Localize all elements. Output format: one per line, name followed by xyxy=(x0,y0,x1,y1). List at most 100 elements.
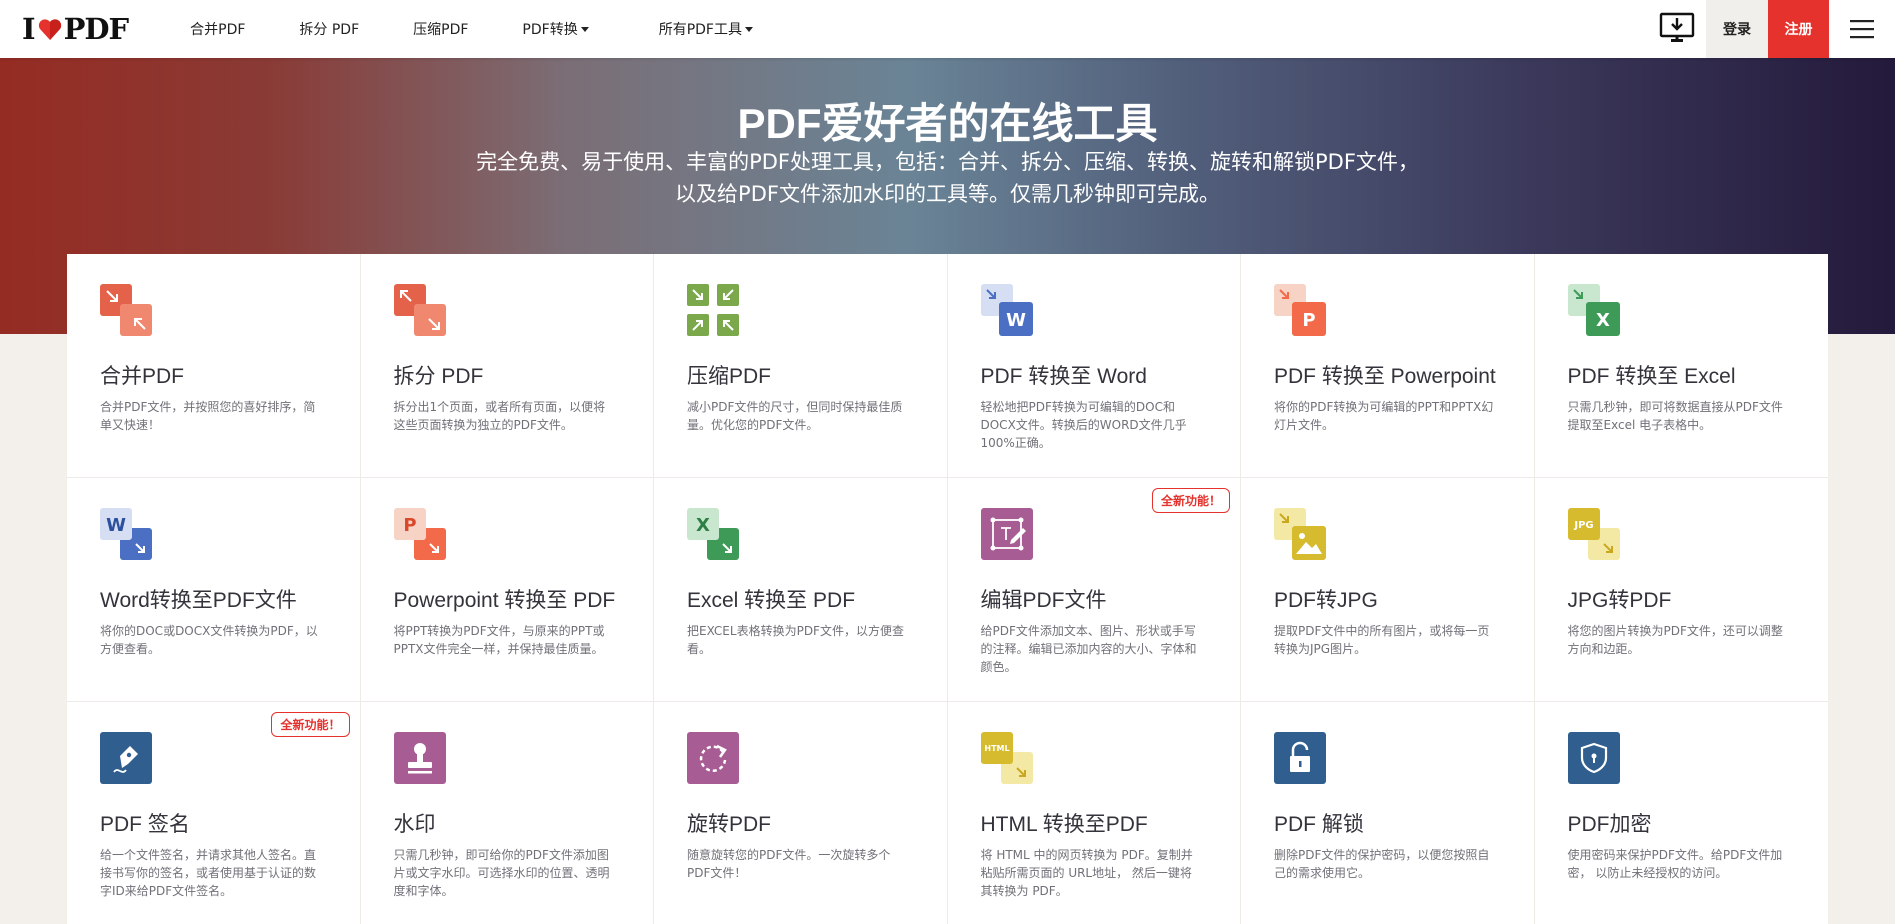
tool-description: 使用密码来保护PDF文件。给PDF文件加密， 以防止未经授权的访问。 xyxy=(1567,848,1783,880)
split-pdf-icon xyxy=(393,284,446,336)
tool-card-edit-pdf[interactable]: 全新功能！ 编辑PDF文件 给PDF文件添加文本、图片、形状或手写的注释。编辑已… xyxy=(947,478,1241,702)
unlock-icon xyxy=(1274,732,1326,784)
signup-button[interactable]: 注册 xyxy=(1768,0,1829,58)
main-nav: 合并PDF 拆分 PDF 压缩PDF PDF转换 所有PDF工具 xyxy=(164,0,781,58)
nav-label: 压缩PDF xyxy=(413,22,469,38)
tool-title: PDF 转换至 Powerpoint xyxy=(1274,365,1496,388)
tool-description: 拆分出1个页面，或者所有页面，以便将这些页面转换为独立的PDF文件。 xyxy=(393,400,606,432)
rotate-pdf-icon xyxy=(687,732,739,784)
tool-card-word-to-pdf[interactable]: W Word转换至PDF文件 将你的DOC或DOCX文件转换为PDF，以方便查看… xyxy=(67,478,361,702)
tool-description: 提取PDF文件中的所有图片，或将每一页转换为JPG图片。 xyxy=(1274,624,1490,656)
merge-pdf-icon xyxy=(100,284,152,336)
word-letter: W xyxy=(1006,310,1026,331)
tool-description: 随意旋转您的PDF文件。一次旋转多个PDF文件！ xyxy=(687,848,891,880)
nav-label: 合并PDF xyxy=(190,22,246,38)
sign-pdf-icon xyxy=(100,732,152,784)
ppt-letter: P xyxy=(403,515,416,536)
nav-pdf-convert-dropdown[interactable]: PDF转换 xyxy=(496,0,632,58)
tool-title: 压缩PDF xyxy=(687,365,771,388)
tool-description: 给一个文件签名，并请求其他人签名。直接书写你的签名，或者使用基于认证的数字ID来… xyxy=(100,848,317,898)
tool-card-pdf-to-excel[interactable]: X PDF 转换至 Excel 只需几秒钟，即可将数据直接从PDF文件提取至Ex… xyxy=(1534,254,1828,478)
tools-grid: 合并PDF 合并PDF文件，并按照您的喜好排序，简单又快速！ 拆分 PDF 拆分… xyxy=(67,254,1828,924)
tool-card-pdf-to-jpg[interactable]: PDF转JPG 提取PDF文件中的所有图片，或将每一页转换为JPG图片。 xyxy=(1241,478,1535,702)
tool-description: 把EXCEL表格转换为PDF文件，以方便查看。 xyxy=(687,624,904,656)
nav-compress-pdf[interactable]: 压缩PDF xyxy=(387,0,496,58)
tool-title: HTML 转换至PDF xyxy=(980,813,1148,836)
tool-card-powerpoint-to-pdf[interactable]: P Powerpoint 转换至 PDF 将PPT转换为PDF文件，与原来的PP… xyxy=(360,478,654,702)
nav-label: 所有PDF工具 xyxy=(658,22,742,38)
tool-title: PDF转JPG xyxy=(1274,589,1378,612)
ilovepdf-logo[interactable]: I PDF xyxy=(22,0,129,58)
nav-all-tools-dropdown[interactable]: 所有PDF工具 xyxy=(633,0,781,58)
tool-card-unlock-pdf[interactable]: PDF 解锁 删除PDF文件的保护密码，以便您按照自己的需求使用它。 xyxy=(1241,702,1535,924)
tool-card-pdf-to-word[interactable]: W PDF 转换至 Word 轻松地把PDF转换为可编辑的DOC和DOCX文件。… xyxy=(947,254,1241,478)
new-feature-badge: 全新功能！ xyxy=(271,712,350,737)
pdf-to-powerpoint-icon: P xyxy=(1274,284,1326,336)
tool-description: 只需几秒钟，即可给你的PDF文件添加图片或文字水印。可选择水印的位置、透明度和字… xyxy=(393,848,610,898)
shield-icon xyxy=(1567,732,1620,784)
tool-description: 将 HTML 中的网页转换为 PDF。复制并粘贴所需页面的 URL地址， 然后一… xyxy=(980,848,1193,898)
tool-card-jpg-to-pdf[interactable]: JPG JPG转PDF 将您的图片转换为PDF文件，还可以调整方向和边距。 xyxy=(1534,478,1828,702)
tool-card-compress-pdf[interactable]: 压缩PDF 减小PDF文件的尺寸，但同时保持最佳质量。优化您的PDF文件。 xyxy=(654,254,948,478)
tool-card-merge-pdf[interactable]: 合并PDF 合并PDF文件，并按照您的喜好排序，简单又快速！ xyxy=(67,254,361,478)
new-feature-badge: 全新功能！ xyxy=(1151,488,1230,513)
ppt-letter: P xyxy=(1302,310,1315,331)
tool-title: PDF 解锁 xyxy=(1274,813,1364,836)
tool-title: PDF 转换至 Word xyxy=(980,365,1147,388)
tool-description: 轻松地把PDF转换为可编辑的DOC和DOCX文件。转换后的WORD文件几乎100… xyxy=(980,400,1187,450)
tool-card-pdf-to-powerpoint[interactable]: P PDF 转换至 Powerpoint 将你的PDF转换为可编辑的PPT和PP… xyxy=(1241,254,1535,478)
tool-card-split-pdf[interactable]: 拆分 PDF 拆分出1个页面，或者所有页面，以便将这些页面转换为独立的PDF文件… xyxy=(360,254,654,478)
tool-card-rotate-pdf[interactable]: 旋转PDF 随意旋转您的PDF文件。一次旋转多个PDF文件！ xyxy=(654,702,948,924)
tool-title: Word转换至PDF文件 xyxy=(100,589,297,612)
pdf-to-excel-icon: X xyxy=(1567,284,1620,336)
pdf-to-word-icon: W xyxy=(980,284,1033,336)
html-to-pdf-icon: HTML xyxy=(980,732,1033,784)
top-navbar: I PDF 合并PDF 拆分 PDF 压缩PDF PDF转换 所有PDF工具 登… xyxy=(0,0,1895,58)
tool-description: 减小PDF文件的尺寸，但同时保持最佳质量。优化您的PDF文件。 xyxy=(687,400,903,432)
compress-pdf-icon xyxy=(687,284,739,336)
tool-card-html-to-pdf[interactable]: HTML HTML 转换至PDF 将 HTML 中的网页转换为 PDF。复制并粘… xyxy=(948,702,1241,924)
watermark-icon xyxy=(393,732,446,784)
tool-description: 将你的PDF转换为可编辑的PPT和PPTX幻灯片文件。 xyxy=(1274,400,1494,432)
caret-down-icon xyxy=(744,26,753,32)
tool-title: Excel 转换至 PDF xyxy=(687,589,856,612)
excel-letter: X xyxy=(696,515,710,536)
tool-card-sign-pdf[interactable]: 全新功能！ PDF 签名 给一个文件签名，并请求其他人签名。直接书写你的签名，或… xyxy=(67,702,361,924)
tool-description: 删除PDF文件的保护密码，以便您按照自己的需求使用它。 xyxy=(1274,848,1490,880)
nav-split-pdf[interactable]: 拆分 PDF xyxy=(273,0,387,58)
nav-label: 拆分 PDF xyxy=(299,22,360,38)
tool-title: JPG转PDF xyxy=(1567,589,1672,612)
tool-title: PDF 转换至 Excel xyxy=(1567,365,1736,388)
hero-title: PDF爱好者的在线工具 xyxy=(737,100,1158,147)
tool-description: 给PDF文件添加文本、图片、形状或手写的注释。编辑已添加内容的大小、字体和颜色。 xyxy=(980,624,1197,674)
tool-card-protect-pdf[interactable]: PDF加密 使用密码来保护PDF文件。给PDF文件加密， 以防止未经授权的访问。 xyxy=(1535,702,1829,924)
tool-description: 只需几秒钟，即可将数据直接从PDF文件提取至Excel 电子表格中。 xyxy=(1567,400,1783,432)
tool-card-excel-to-pdf[interactable]: X Excel 转换至 PDF 把EXCEL表格转换为PDF文件，以方便查看。 xyxy=(654,478,948,702)
nav-merge-pdf[interactable]: 合并PDF xyxy=(164,0,273,58)
excel-to-pdf-icon: X xyxy=(687,508,739,560)
tool-title: PDF 签名 xyxy=(100,813,190,836)
tool-card-watermark[interactable]: 水印 只需几秒钟，即可给你的PDF文件添加图片或文字水印。可选择水印的位置、透明… xyxy=(361,702,654,924)
caret-down-icon xyxy=(580,26,589,32)
heart-icon xyxy=(38,19,61,40)
powerpoint-to-pdf-icon: P xyxy=(393,508,446,560)
hamburger-menu-icon xyxy=(1850,20,1874,39)
edit-pdf-icon xyxy=(980,508,1033,560)
hamburger-menu-button[interactable] xyxy=(1829,0,1895,58)
jpg-to-pdf-icon: JPG xyxy=(1567,508,1620,560)
tool-title: 合并PDF xyxy=(100,365,184,388)
word-to-pdf-icon: W xyxy=(100,508,152,560)
tool-description: 将PPT转换为PDF文件，与原来的PPT或PPTX文件完全一样，并保持最佳质量。 xyxy=(393,624,605,656)
header-actions: 登录 注册 xyxy=(1648,0,1895,58)
pdf-to-jpg-icon xyxy=(1274,508,1326,560)
tool-title: 编辑PDF文件 xyxy=(980,589,1107,612)
tool-title: PDF加密 xyxy=(1567,813,1652,836)
tool-title: 拆分 PDF xyxy=(393,365,484,388)
nav-label: PDF转换 xyxy=(522,22,578,38)
excel-letter: X xyxy=(1596,310,1610,331)
desktop-app-button[interactable] xyxy=(1648,0,1706,58)
tool-title: 旋转PDF xyxy=(687,813,771,836)
login-button[interactable]: 登录 xyxy=(1706,0,1768,58)
tool-title: 水印 xyxy=(393,813,436,836)
tool-title: Powerpoint 转换至 PDF xyxy=(393,589,616,612)
